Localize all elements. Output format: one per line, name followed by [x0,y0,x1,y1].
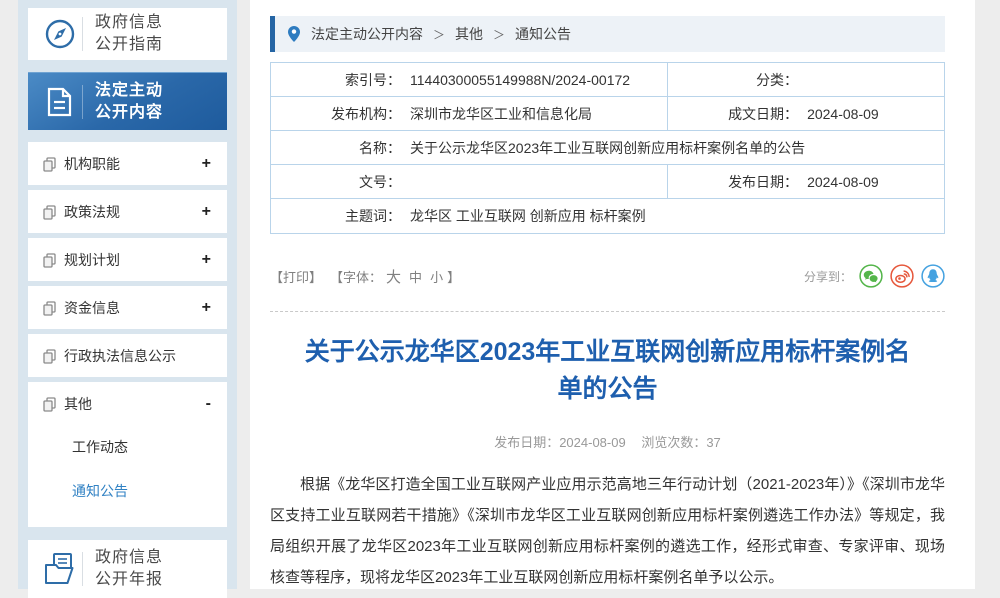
category-cell: 分类： [668,63,944,96]
divider [82,17,83,51]
sidebar-item-label: 规划计划 [64,250,200,270]
collapse-toggle[interactable]: - [204,395,213,413]
page: 政府信息公开指南 法定主动公开内容 [0,0,1000,589]
breadcrumb-item-others[interactable]: 其他 [455,24,483,44]
sidebar-item-plans[interactable]: 规划计划 + [28,238,227,281]
issuing-agency-cell: 发布机构： 深圳市龙华区工业和信息化局 [271,97,668,130]
article-toolbar: 【打印】 【字体： 大 中 小 】 分享到： [270,264,945,288]
font-size-label-suffix: 】 [447,267,460,286]
pages-icon [42,252,57,268]
document-name-cell: 名称： 关于公示龙华区2023年工业互联网创新应用标杆案例名单的公告 [271,131,944,164]
field-value: 龙华区 工业互联网 创新应用 标杆案例 [401,206,646,226]
share-controls: 分享到： [804,264,945,288]
guide-card-label: 政府信息公开指南 [95,12,175,56]
field-value: 2024-08-09 [798,106,879,122]
field-value: 11440300055149988N/2024-00172 [401,72,630,88]
sidebar-item-label: 资金信息 [64,298,200,318]
table-row: 发布机构： 深圳市龙华区工业和信息化局 成文日期： 2024-08-09 [271,97,944,131]
share-label: 分享到： [804,268,852,285]
divider [82,85,83,119]
field-label: 名称： [271,138,401,158]
location-pin-icon [287,25,301,43]
article-paragraph: 根据《龙华区打造全国工业互联网产业应用示范高地三年行动计划（2021-2023年… [270,469,945,593]
field-label: 索引号： [271,70,401,90]
breadcrumb-separator: ＞ [493,26,505,43]
wechat-share-icon[interactable] [859,264,883,288]
annual-card-label: 政府信息公开年报 [95,547,175,591]
view-count: 浏览次数：37 [641,435,720,450]
pages-icon [42,396,57,412]
sidebar-card-guide[interactable]: 政府信息公开指南 [28,8,227,60]
table-row: 索引号： 11440300055149988N/2024-00172 分类： [271,63,944,97]
weibo-share-icon[interactable] [890,264,914,288]
expand-toggle[interactable]: + [200,251,213,269]
sidebar-item-policies[interactable]: 政策法规 + [28,190,227,233]
keywords-cell: 主题词： 龙华区 工业互联网 创新应用 标杆案例 [271,199,944,233]
folder-report-icon [42,551,80,587]
sidebar-item-label: 行政执法信息公示 [64,346,209,366]
field-label: 文号： [271,172,401,192]
sidebar-card-annual-report[interactable]: 政府信息公开年报 [28,540,227,598]
field-label: 发布日期： [668,172,798,192]
publish-date-cell: 发布日期： 2024-08-09 [668,165,944,198]
field-value: 深圳市龙华区工业和信息化局 [401,104,592,124]
breadcrumb: 法定主动公开内容 ＞ 其他 ＞ 通知公告 [270,16,945,52]
sidebar-subitem-work-updates[interactable]: 工作动态 [28,425,227,469]
document-icon [42,84,80,120]
pages-icon [42,156,57,172]
table-row: 名称： 关于公示龙华区2023年工业互联网创新应用标杆案例名单的公告 [271,131,944,165]
main-content: 法定主动公开内容 ＞ 其他 ＞ 通知公告 索引号： 11440300055149… [250,0,975,589]
font-size-label: 【字体： [330,267,382,286]
sidebar-item-agency-functions[interactable]: 机构职能 + [28,142,227,185]
expand-toggle[interactable]: + [200,203,213,221]
article-meta: 发布日期：2024-08-09 浏览次数：37 [270,432,945,451]
field-label: 发布机构： [271,104,401,124]
sidebar-card-statutory-disclosure[interactable]: 法定主动公开内容 [28,72,227,130]
field-value: 关于公示龙华区2023年工业互联网创新应用标杆案例名单的公告 [401,138,805,158]
sidebar-item-law-enforcement[interactable]: 行政执法信息公示 [28,334,227,377]
compass-icon [42,16,80,52]
document-meta-table: 索引号： 11440300055149988N/2024-00172 分类： 发… [270,62,945,234]
sidebar-subitem-notices[interactable]: 通知公告 [28,469,227,513]
table-row: 主题词： 龙华区 工业互联网 创新应用 标杆案例 [271,199,944,233]
sidebar-group-others: 其他 - 工作动态 通知公告 [28,382,227,527]
font-size-medium-button[interactable]: 中 [409,267,422,286]
field-label: 分类： [668,70,798,90]
table-row: 文号： 发布日期： 2024-08-09 [271,165,944,199]
document-number-cell: 文号： [271,165,668,198]
sidebar-item-label: 机构职能 [64,154,200,174]
field-label: 主题词： [271,206,401,226]
statutory-card-label: 法定主动公开内容 [95,80,175,124]
print-button[interactable]: 【打印】 [270,267,322,286]
sidebar-menu: 机构职能 + 政策法规 + [28,142,227,527]
sidebar: 政府信息公开指南 法定主动公开内容 [18,0,237,589]
sidebar-item-label: 其他 [64,394,204,414]
qq-share-icon[interactable] [921,264,945,288]
font-size-small-button[interactable]: 小 [430,267,443,286]
article-title: 关于公示龙华区2023年工业互联网创新应用标杆案例名单的公告 [270,334,945,408]
written-date-cell: 成文日期： 2024-08-09 [668,97,944,130]
breadcrumb-item-statutory[interactable]: 法定主动公开内容 [311,24,423,44]
pages-icon [42,300,57,316]
breadcrumb-separator: ＞ [433,26,445,43]
index-number-cell: 索引号： 11440300055149988N/2024-00172 [271,63,668,96]
pages-icon [42,204,57,220]
font-size-large-button[interactable]: 大 [386,266,401,287]
sidebar-item-label: 政策法规 [64,202,200,222]
sidebar-item-others[interactable]: 其他 - [28,382,227,425]
expand-toggle[interactable]: + [200,299,213,317]
publish-date: 发布日期：2024-08-09 [494,435,626,450]
print-font-controls: 【打印】 【字体： 大 中 小 】 [270,266,460,287]
sidebar-item-funds[interactable]: 资金信息 + [28,286,227,329]
dashed-divider [270,311,945,312]
expand-toggle[interactable]: + [200,155,213,173]
divider [82,552,83,586]
breadcrumb-item-notices[interactable]: 通知公告 [515,24,571,44]
pages-icon [42,348,57,364]
field-value: 2024-08-09 [798,174,879,190]
field-label: 成文日期： [668,104,798,124]
